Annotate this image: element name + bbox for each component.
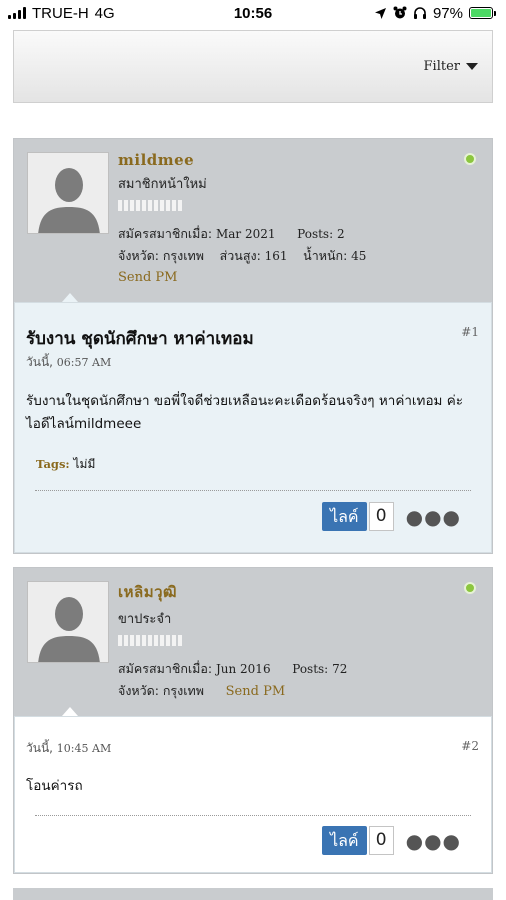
post-text: รับงานในชุดนักศึกษา ขอพี่ใจดีช่วยเหลือนะ…: [26, 393, 464, 432]
user-stats: สมัครสมาชิกเมื่อ: Jun 2016 Posts: 72 จัง…: [118, 658, 482, 702]
tags-value: ไม่มี: [73, 457, 96, 471]
post-time: 10:45 AM: [56, 742, 112, 755]
user-stats: สมัครสมาชิกเมื่อ: Mar 2021 Posts: 2 จังห…: [118, 223, 482, 288]
default-avatar-icon: [28, 582, 108, 662]
default-avatar-icon: [28, 153, 108, 233]
headphones-icon: [413, 7, 426, 19]
post-date: วันนี้, 10:45 AM: [26, 739, 111, 758]
height-label: ส่วนสูง:: [219, 248, 261, 263]
username[interactable]: mildmee: [118, 151, 482, 169]
send-pm-link[interactable]: Send PM: [226, 684, 285, 699]
next-post-header: [13, 888, 493, 900]
province-label: จังหวัด:: [118, 248, 160, 263]
weight-value: 45: [351, 249, 367, 263]
join-date: Mar 2021: [215, 227, 276, 241]
like-count: 0: [368, 502, 394, 531]
post-time: 06:57 AM: [56, 356, 112, 369]
join-date: Jun 2016: [215, 662, 271, 676]
date-label: วันนี้,: [26, 741, 53, 755]
post-number[interactable]: #1: [461, 325, 479, 339]
post-tags: Tags: ไม่มี: [36, 455, 95, 474]
tags-label: Tags:: [36, 457, 70, 471]
filter-bar: Filter: [13, 30, 493, 103]
posts-count: 72: [332, 662, 348, 676]
username[interactable]: เหลิมวุฒิ: [118, 580, 482, 604]
more-options-icon[interactable]: ●●●: [406, 831, 461, 851]
avatar[interactable]: [27, 581, 109, 663]
posts-label: Posts:: [297, 227, 334, 241]
post-pointer: [62, 293, 78, 302]
battery-percent: 97%: [432, 4, 463, 22]
alarm-icon: [393, 6, 407, 19]
user-info: เหลิมวุฒิ ขาประจำ สมัครสมาชิกเมื่อ: Jun …: [118, 580, 482, 702]
carrier-name: TRUE-H: [32, 4, 89, 22]
post-number[interactable]: #2: [461, 739, 479, 753]
post-body: วันนี้, 10:45 AM #2 โอนค่ารถ ไลค์ 0 ●●●: [14, 716, 492, 873]
divider: [35, 815, 471, 816]
like-count: 0: [368, 826, 394, 855]
post-pointer: [62, 707, 78, 716]
post-body: รับงาน ชุดนักศึกษา หาค่าเทอม #1 วันนี้, …: [14, 302, 492, 553]
join-label: สมัครสมาชิกเมื่อ:: [118, 226, 213, 241]
status-left: TRUE-H 4G: [8, 5, 115, 22]
like-row: ไลค์ 0 ●●●: [322, 826, 461, 855]
posts-count: 2: [336, 227, 345, 241]
province: กรุงเทพ: [162, 683, 204, 698]
caret-down-icon: [466, 63, 478, 70]
reputation-bar: [118, 635, 482, 646]
like-row: ไลค์ 0 ●●●: [322, 502, 461, 531]
like-button[interactable]: ไลค์: [322, 826, 367, 855]
avatar[interactable]: [27, 152, 109, 234]
status-bar: TRUE-H 4G 10:56 97%: [0, 0, 506, 26]
clock: 10:56: [233, 4, 273, 22]
post-text: โอนค่ารถ: [26, 778, 83, 794]
network-type: 4G: [94, 4, 115, 22]
province-label: จังหวัด:: [118, 683, 160, 698]
post-2: เหลิมวุฒิ ขาประจำ สมัครสมาชิกเมื่อ: Jun …: [13, 567, 493, 874]
filter-button[interactable]: Filter: [424, 59, 478, 74]
post-1: mildmee สมาชิกหน้าใหม่ สมัครสมาชิกเมื่อ:…: [13, 138, 493, 554]
province: กรุงเทพ: [162, 248, 204, 263]
reputation-bar: [118, 200, 482, 211]
user-title: ขาประจำ: [118, 612, 172, 627]
height-value: 161: [264, 249, 288, 263]
user-title: สมาชิกหน้าใหม่: [118, 177, 207, 192]
location-arrow-icon: [374, 7, 386, 19]
send-pm-link[interactable]: Send PM: [118, 267, 482, 288]
posts-label: Posts:: [292, 662, 329, 676]
more-options-icon[interactable]: ●●●: [406, 507, 461, 527]
join-label: สมัครสมาชิกเมื่อ:: [118, 661, 213, 676]
like-button[interactable]: ไลค์: [322, 502, 367, 531]
weight-label: น้ำหนัก:: [303, 248, 348, 263]
battery-charging-icon: [469, 7, 496, 19]
divider: [35, 490, 471, 491]
status-right: 97%: [374, 5, 496, 22]
signal-icon: [8, 7, 26, 19]
post-date: วันนี้, 06:57 AM: [26, 353, 111, 372]
user-info: mildmee สมาชิกหน้าใหม่ สมัครสมาชิกเมื่อ:…: [118, 151, 482, 288]
filter-label: Filter: [423, 59, 460, 74]
date-label: วันนี้,: [26, 355, 53, 369]
post-title: รับงาน ชุดนักศึกษา หาค่าเทอม: [26, 329, 254, 349]
